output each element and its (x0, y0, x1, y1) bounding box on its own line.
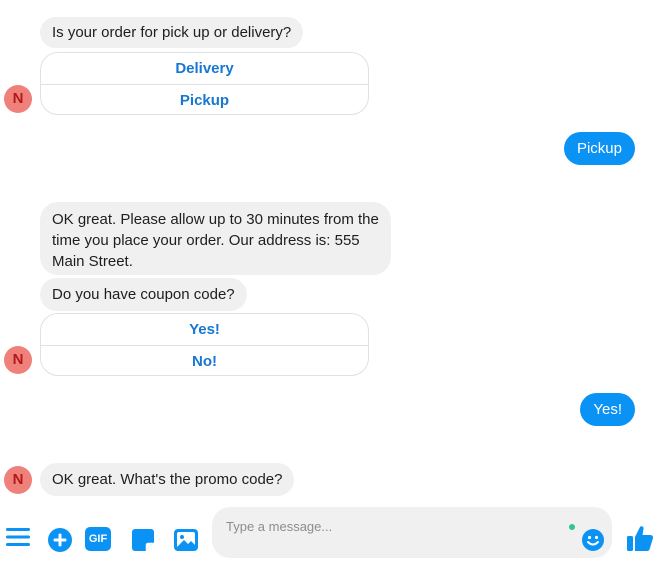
menu-icon[interactable] (6, 526, 30, 553)
gif-icon[interactable]: GIF (85, 527, 111, 551)
user-message-yes: Yes! (580, 393, 635, 426)
message-input[interactable] (224, 515, 558, 537)
bot-avatar: N (4, 346, 32, 374)
emoji-icon[interactable] (582, 529, 604, 556)
message-line: time you place your order. Our address i… (52, 232, 360, 249)
gif-label: GIF (85, 527, 111, 551)
message-line: OK great. Please allow up to 30 minutes … (52, 211, 379, 228)
bot-message-address: OK great. Please allow up to 30 minutes … (40, 202, 391, 275)
message-text: OK great. What's the promo code? (52, 471, 283, 488)
quick-reply-no[interactable]: No! (41, 345, 368, 375)
message-text: Pickup (576, 140, 622, 157)
bot-message-promo: OK great. What's the promo code? (40, 463, 295, 496)
user-message-pickup: Pickup (563, 132, 635, 165)
message-composer (212, 507, 612, 558)
quick-reply-pickup[interactable]: Pickup (41, 84, 368, 114)
image-icon[interactable] (174, 529, 198, 556)
add-icon[interactable] (48, 528, 72, 557)
thumbs-up-icon[interactable] (626, 524, 654, 557)
bot-message-order-type: Is your order for pick up or delivery? (40, 17, 304, 48)
message-text: Do you have coupon code? (52, 286, 235, 303)
message-line: Main Street. (52, 253, 133, 270)
status-dot (569, 524, 575, 530)
bot-avatar: N (4, 466, 32, 494)
quick-replies-coupon: Yes! No! (40, 313, 369, 376)
bot-message-coupon: Do you have coupon code? (40, 278, 247, 311)
bot-avatar: N (4, 85, 32, 113)
quick-reply-delivery[interactable]: Delivery (41, 53, 368, 84)
sticker-icon[interactable] (131, 528, 155, 557)
quick-replies-order-type: Delivery Pickup (40, 52, 369, 115)
message-text: Is your order for pick up or delivery? (52, 24, 292, 41)
quick-reply-yes[interactable]: Yes! (41, 314, 368, 345)
message-text: Yes! (593, 401, 622, 418)
